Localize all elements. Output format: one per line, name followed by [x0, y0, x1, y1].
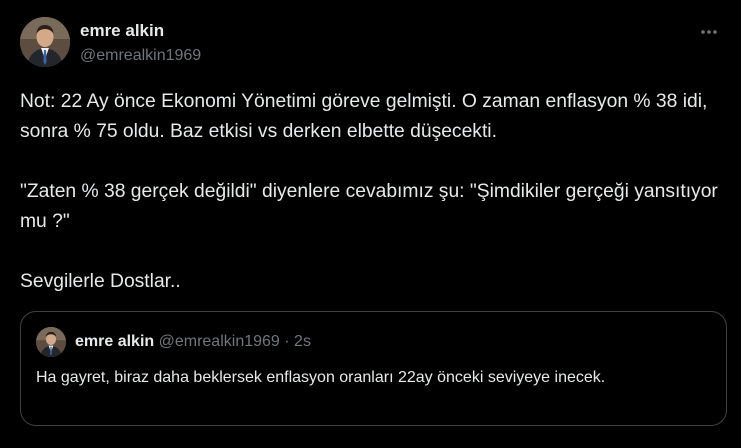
- quoted-separator: ·: [284, 333, 290, 350]
- more-horizontal-icon: [701, 30, 717, 34]
- author-display-name[interactable]: emre alkin: [80, 20, 201, 42]
- quoted-avatar-image: [36, 327, 66, 357]
- avatar[interactable]: [20, 17, 70, 67]
- avatar-image: [20, 17, 70, 67]
- more-button[interactable]: [696, 19, 722, 45]
- quoted-text: Ha gayret, biraz daha beklersek enflasyo…: [36, 369, 606, 386]
- tweet-header: emre alkin @emrealkin1969: [20, 17, 720, 69]
- tweet-paragraph: "Zaten % 38 gerçek değildi" diyenlere ce…: [20, 181, 724, 232]
- quoted-avatar[interactable]: [36, 327, 66, 357]
- quoted-handle[interactable]: @emrealkin1969: [159, 333, 280, 350]
- quoted-timestamp[interactable]: 2s: [294, 333, 311, 350]
- tweet-text: Not: 22 Ay önce Ekonomi Yönetimi göreve …: [20, 87, 732, 297]
- author-handle[interactable]: @emrealkin1969: [80, 45, 201, 67]
- tweet: emre alkin @emrealkin1969 Not: 22 Ay önc…: [0, 0, 741, 448]
- tweet-paragraph: Not: 22 Ay önce Ekonomi Yönetimi göreve …: [20, 91, 713, 142]
- tweet-paragraph: Sevgilerle Dostlar..: [20, 271, 181, 292]
- quoted-tweet[interactable]: emre alkin @emrealkin1969 · 2s Ha gayret…: [20, 311, 727, 426]
- quoted-display-name[interactable]: emre alkin: [75, 333, 154, 350]
- author-names: emre alkin @emrealkin1969: [80, 20, 201, 67]
- quoted-meta: emre alkin @emrealkin1969 · 2s: [75, 331, 311, 353]
